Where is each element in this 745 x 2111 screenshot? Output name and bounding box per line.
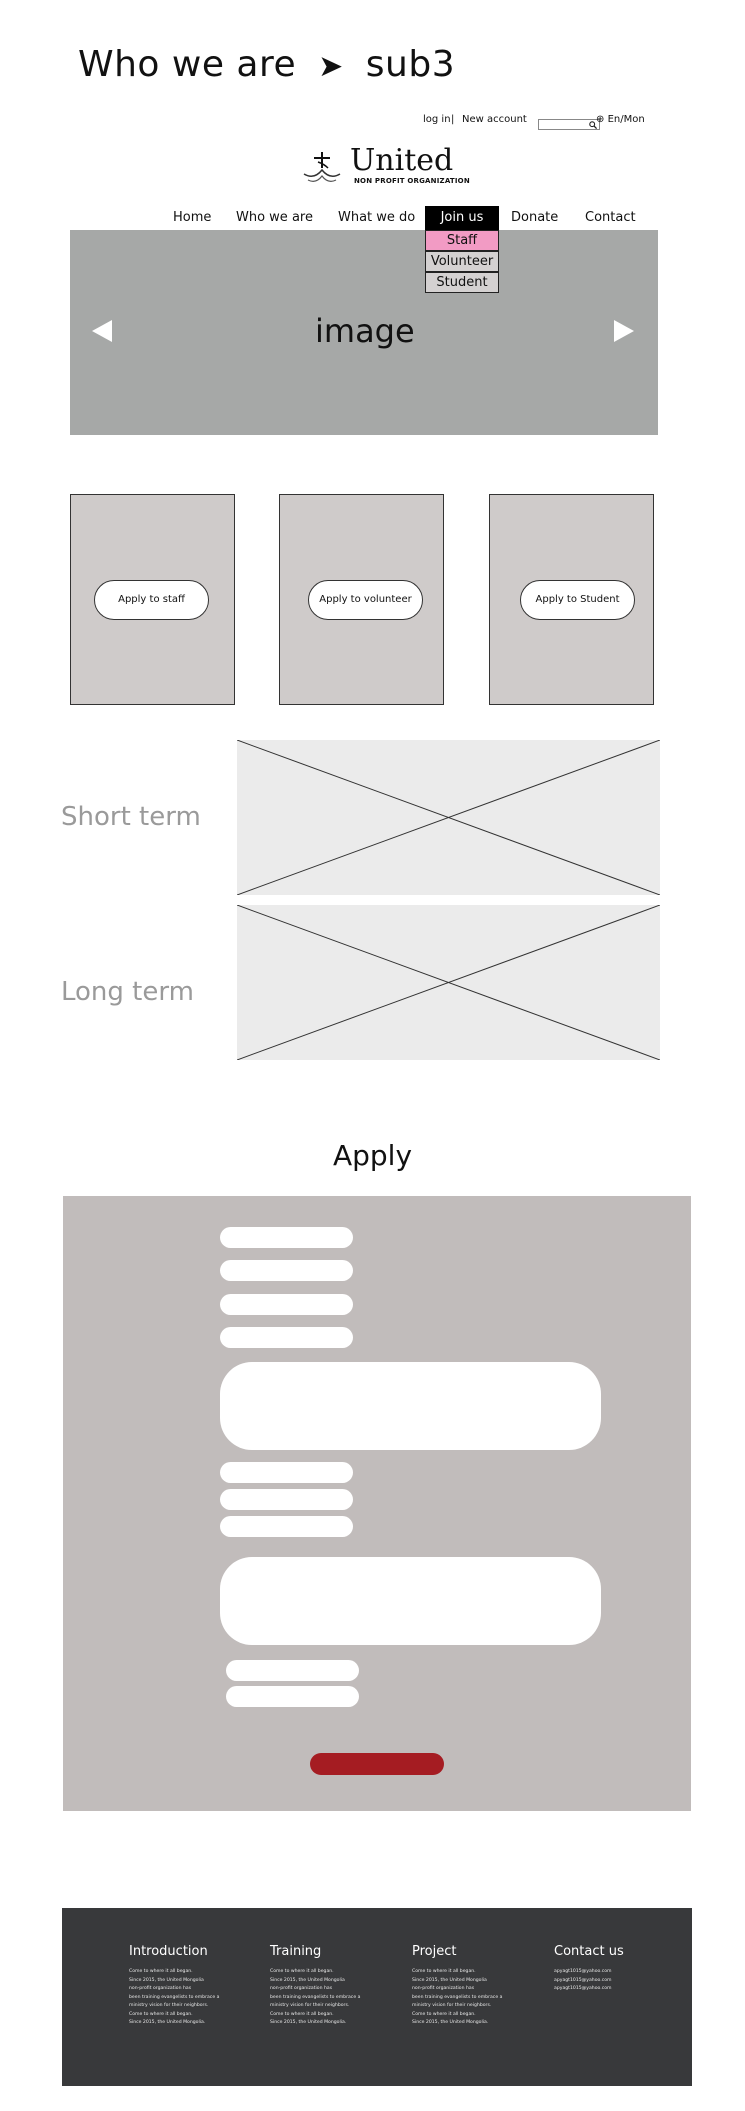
short-term-image-placeholder bbox=[237, 740, 660, 895]
apply-form-panel bbox=[63, 1196, 691, 1811]
search-input[interactable] bbox=[538, 119, 600, 130]
chevron-right-icon[interactable] bbox=[614, 320, 634, 342]
submenu-volunteer[interactable]: Volunteer bbox=[425, 251, 499, 272]
page-heading: Who we are ➤ sub3 bbox=[78, 44, 455, 85]
form-textarea[interactable] bbox=[220, 1362, 601, 1450]
footer-text-project: Come to where it all began. Since 2015, … bbox=[412, 1969, 503, 2025]
form-field[interactable] bbox=[226, 1686, 359, 1707]
footer-text-contact[interactable]: apyagt1015@yahoo.com apyagt1015@yahoo.co… bbox=[554, 1968, 664, 1994]
apply-to-student-button[interactable]: Apply to Student bbox=[520, 580, 635, 620]
page-heading-subpage: sub3 bbox=[365, 44, 456, 85]
footer-text-training: Come to where it all began. Since 2015, … bbox=[270, 1969, 361, 2025]
globe-icon: ⊕ bbox=[596, 114, 605, 125]
chevron-left-icon[interactable] bbox=[92, 320, 112, 342]
form-field[interactable] bbox=[220, 1462, 353, 1483]
hero-image-label: image bbox=[315, 312, 415, 350]
footer-title-contact: Contact us bbox=[554, 1944, 624, 1959]
nav-what-we-do[interactable]: What we do bbox=[338, 210, 415, 225]
form-field[interactable] bbox=[220, 1516, 353, 1537]
nav-donate[interactable]: Donate bbox=[511, 210, 558, 225]
form-field[interactable] bbox=[220, 1260, 353, 1281]
form-field[interactable] bbox=[220, 1489, 353, 1510]
apply-to-volunteer-button[interactable]: Apply to volunteer bbox=[308, 580, 423, 620]
nav-join-us[interactable]: Join us bbox=[425, 206, 499, 230]
nav-home[interactable]: Home bbox=[173, 210, 211, 225]
short-term-label: Short term bbox=[61, 802, 201, 832]
logo-name[interactable]: United bbox=[350, 146, 453, 176]
nav-contact[interactable]: Contact bbox=[585, 210, 636, 225]
footer-title-introduction: Introduction bbox=[129, 1944, 208, 1959]
apply-to-staff-button[interactable]: Apply to staff bbox=[94, 580, 209, 620]
form-field[interactable] bbox=[220, 1294, 353, 1315]
long-term-label: Long term bbox=[61, 977, 194, 1007]
nav-who-we-are[interactable]: Who we are bbox=[236, 210, 313, 225]
footer-title-training: Training bbox=[270, 1944, 322, 1959]
submenu-student[interactable]: Student bbox=[425, 272, 499, 293]
form-field[interactable] bbox=[220, 1327, 353, 1348]
util-separator: | bbox=[451, 114, 455, 125]
language-label: En/Mon bbox=[607, 114, 645, 125]
arrow-right-icon: ➤ bbox=[318, 49, 344, 84]
footer-text-introduction: Come to where it all began. Since 2015, … bbox=[129, 1969, 220, 2025]
page-heading-section: Who we are bbox=[78, 44, 297, 85]
form-textarea[interactable] bbox=[220, 1557, 601, 1645]
footer-title-project: Project bbox=[412, 1944, 457, 1959]
long-term-image-placeholder bbox=[237, 905, 660, 1060]
form-field[interactable] bbox=[226, 1660, 359, 1681]
language-toggle[interactable]: ⊕ En/Mon bbox=[596, 114, 645, 125]
submenu-staff[interactable]: Staff bbox=[425, 230, 499, 251]
logo-mark bbox=[300, 150, 344, 186]
form-field[interactable] bbox=[220, 1227, 353, 1248]
apply-title: Apply bbox=[332, 1139, 413, 1172]
login-link[interactable]: log in bbox=[423, 114, 451, 125]
new-account-link[interactable]: New account bbox=[462, 114, 527, 125]
submit-button[interactable] bbox=[310, 1753, 444, 1775]
logo-subtitle: NON PROFIT ORGANIZATION bbox=[354, 177, 470, 185]
